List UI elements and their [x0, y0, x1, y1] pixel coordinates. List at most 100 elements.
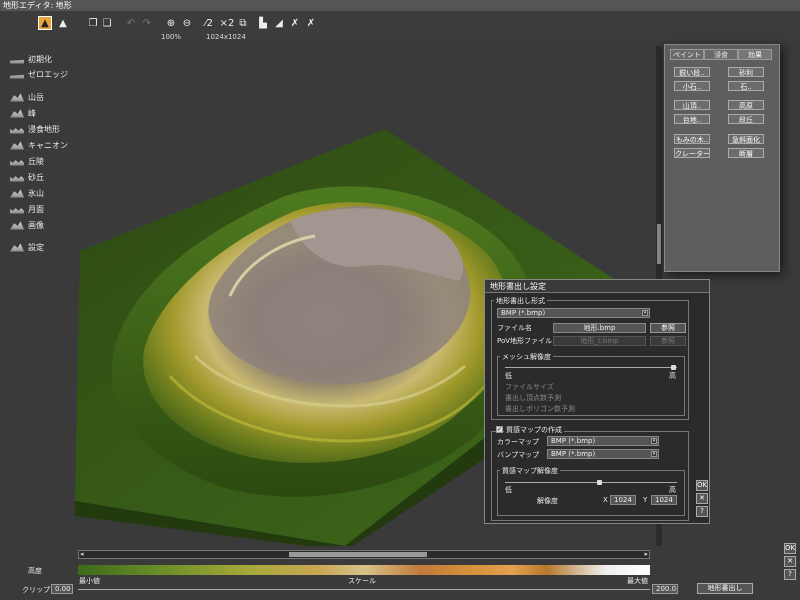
- clip-max-field[interactable]: 200.0: [652, 584, 678, 594]
- export-format-select[interactable]: BMP (*.bmp) ▾: [497, 308, 650, 318]
- effect-crater-button[interactable]: クレーター..: [674, 148, 710, 158]
- texture-low-label: 低: [505, 486, 512, 494]
- height-color-scale[interactable]: [78, 565, 650, 575]
- bump-map-select[interactable]: BMP (*.bmp) ▾: [547, 449, 659, 459]
- paste-button[interactable]: ❏: [100, 16, 114, 30]
- menu-item-zero-edge[interactable]: ゼロエッジ: [10, 67, 68, 81]
- terrain-view-alt-button[interactable]: ▲: [56, 16, 70, 30]
- mountain-icon: ▲: [41, 17, 49, 29]
- dialog-ok-button[interactable]: OK: [696, 480, 708, 491]
- file-browse-button[interactable]: 参照: [650, 323, 686, 333]
- clip-slider-track[interactable]: [78, 589, 650, 590]
- tab-paint[interactable]: ペイント: [670, 49, 704, 60]
- mountain-icon: [10, 93, 24, 102]
- file-name-label: ファイル名: [497, 324, 532, 332]
- texture-map-label: 質感マップの作成: [504, 425, 564, 435]
- effect-summit-button[interactable]: 山頂..: [674, 100, 710, 110]
- effect-stones-button[interactable]: 石..: [728, 81, 764, 91]
- image-icon: [10, 221, 24, 230]
- mesh-resolution-track[interactable]: [505, 367, 677, 368]
- texture-resolution-label: 質感マップ解像度: [500, 466, 560, 476]
- level-tool-button[interactable]: ▙: [256, 16, 270, 30]
- color-map-label: カラーマップ: [497, 438, 539, 446]
- menu-item-lunar[interactable]: 月面: [10, 202, 44, 216]
- redo-button[interactable]: ↷: [140, 16, 154, 30]
- pov-file-field[interactable]: 地形_t.bmp: [553, 336, 646, 346]
- paste-icon: ❏: [102, 17, 112, 29]
- effect-fir-trees-button[interactable]: もみの木..: [674, 134, 710, 144]
- effect-plateau-button[interactable]: 高原: [728, 100, 764, 110]
- horizontal-scroll-thumb[interactable]: [289, 552, 427, 557]
- export-terrain-button[interactable]: 地形書出し: [697, 583, 753, 594]
- effect-sharp-terrace-button[interactable]: 鋭い段..: [674, 67, 710, 77]
- scroll-left-icon[interactable]: ◂: [80, 550, 84, 558]
- mesh-resolution-thumb[interactable]: [671, 365, 677, 370]
- halve-resolution-button[interactable]: ⁄2: [202, 16, 216, 30]
- export-settings-dialog: 地形書出し設定 地形書出し形式 BMP (*.bmp) ▾ ファイル名 地形.b…: [484, 279, 710, 524]
- lunar-icon: [10, 208, 24, 214]
- window-ok-button[interactable]: OK: [784, 543, 796, 554]
- menu-item-image[interactable]: 画像: [10, 218, 44, 232]
- dialog-cancel-button[interactable]: ✕: [696, 493, 708, 504]
- menu-item-mountain[interactable]: 山岳: [10, 90, 44, 104]
- menu-item-hills[interactable]: 丘陵: [10, 154, 44, 168]
- peak-icon: [10, 109, 24, 118]
- tab-effects[interactable]: 効果: [738, 49, 772, 60]
- file-name-field[interactable]: 地形.bmp: [553, 323, 646, 333]
- zoom-out-button[interactable]: ⊖: [180, 16, 194, 30]
- zoom-in-button[interactable]: ⊕: [164, 16, 178, 30]
- menu-item-peak[interactable]: 峰: [10, 106, 36, 120]
- effect-terrace-button[interactable]: 段丘: [728, 114, 764, 124]
- menu-item-initialize[interactable]: 初期化: [10, 52, 52, 66]
- texture-resolution-track[interactable]: [505, 482, 677, 483]
- terrain-view-button[interactable]: ▲: [38, 16, 52, 30]
- export-format-group-label: 地形書出し形式: [494, 296, 547, 306]
- texture-resolution-thumb[interactable]: [597, 480, 603, 485]
- paint-tool-button[interactable]: ✗: [288, 16, 302, 30]
- vertex-estimate-label: 書出し頂点数予測: [505, 394, 561, 402]
- menu-item-eroded[interactable]: 浸食地形: [10, 122, 60, 136]
- bump-map-label: バンプマップ: [497, 451, 540, 459]
- pov-browse-button[interactable]: 参照: [650, 336, 686, 346]
- effect-fault-button[interactable]: 断層: [728, 148, 764, 158]
- erase-tool-button[interactable]: ✗: [304, 16, 318, 30]
- texture-high-label: 高: [669, 486, 676, 494]
- scroll-right-icon[interactable]: ▸: [644, 550, 648, 558]
- clip-label: クリップ: [22, 586, 50, 594]
- x-label: X: [603, 496, 608, 504]
- hills-icon: [10, 160, 24, 166]
- vertical-scroll-thumb[interactable]: [657, 224, 661, 264]
- chevron-down-icon: ▾: [651, 451, 657, 457]
- texture-map-checkbox[interactable]: ✓: [496, 426, 503, 433]
- texture-x-field[interactable]: 1024: [610, 495, 636, 505]
- texture-y-field[interactable]: 1024: [651, 495, 677, 505]
- toolbar: ▲ ▲ ❐ ❏ ↶ ↷ ⊕ ⊖ 100% ⁄2 ×2 ⧉ 1024x1024 ▙…: [0, 11, 800, 41]
- canyon-icon: [10, 141, 24, 150]
- window-cancel-button[interactable]: ✕: [784, 556, 796, 567]
- window-help-button[interactable]: ?: [784, 569, 796, 580]
- menu-item-iceberg[interactable]: 氷山: [10, 186, 44, 200]
- color-map-select[interactable]: BMP (*.bmp) ▾: [547, 436, 659, 446]
- viewport-horizontal-scrollbar[interactable]: ◂ ▸: [78, 550, 650, 559]
- menu-item-dunes[interactable]: 砂丘: [10, 170, 44, 184]
- texture-resolution-group: [497, 470, 685, 516]
- effect-mesa-button[interactable]: 台地..: [674, 114, 710, 124]
- window-title: 地形エディタ: 地形: [0, 0, 800, 11]
- copy-button[interactable]: ❐: [86, 16, 100, 30]
- resize-button[interactable]: ⧉: [236, 16, 250, 30]
- mesh-low-label: 低: [505, 372, 512, 380]
- menu-item-settings[interactable]: 設定: [10, 240, 44, 254]
- undo-button[interactable]: ↶: [124, 16, 138, 30]
- tab-erosion[interactable]: 浸食: [704, 49, 738, 60]
- double-resolution-button[interactable]: ×2: [218, 16, 236, 30]
- resolution-label: 解像度: [537, 497, 558, 505]
- clip-min-field[interactable]: 0.00: [51, 584, 73, 594]
- effect-steepen-button[interactable]: 急斜面化: [728, 134, 764, 144]
- effect-gravel-button[interactable]: 砂利: [728, 67, 764, 77]
- raise-tool-button[interactable]: ◢: [272, 16, 286, 30]
- dialog-help-button[interactable]: ?: [696, 506, 708, 517]
- raise-icon: ◢: [275, 17, 283, 29]
- menu-item-canyon[interactable]: キャニオン: [10, 138, 68, 152]
- effect-pebbles-button[interactable]: 小石..: [674, 81, 710, 91]
- chevron-down-icon: ▾: [642, 310, 648, 316]
